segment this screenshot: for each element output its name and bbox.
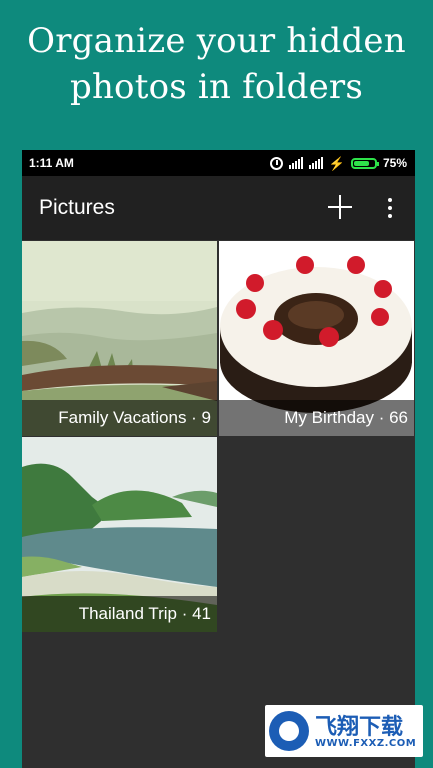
plus-icon-stroke: [339, 195, 341, 219]
battery-icon: [350, 157, 379, 169]
status-time: 1:11 AM: [29, 156, 74, 170]
app-bar: Pictures: [22, 176, 415, 240]
watermark-logo: [269, 711, 309, 751]
folder-tile-family-vacations[interactable]: Family Vacations · 9: [22, 241, 217, 436]
battery-fill: [353, 160, 369, 166]
signal-icon-2: [308, 157, 323, 169]
headline-line-2: photos in folders: [69, 67, 363, 107]
charging-icon: ⚡: [328, 155, 345, 171]
status-bar: 1:11 AM ⚡ 75%: [22, 150, 415, 176]
watermark-site-name: 飞翔下载: [315, 715, 404, 740]
more-vert-icon-dot: [388, 206, 392, 210]
phone-screen: 1:11 AM ⚡ 75% Pictures Family Vacations …: [22, 150, 415, 768]
battery-percent: 75%: [382, 156, 407, 170]
folder-label: Family Vacations · 9: [22, 400, 217, 436]
folder-label: Thailand Trip · 41: [22, 596, 217, 632]
page-title: Pictures: [39, 196, 115, 219]
more-options-button[interactable]: [378, 192, 402, 224]
folder-label: My Birthday · 66: [219, 400, 414, 436]
add-folder-button[interactable]: [320, 190, 360, 226]
folder-tile-thailand-trip[interactable]: Thailand Trip · 41: [22, 437, 217, 632]
promo-headline: Organize your hidden photos in folders: [0, 18, 433, 110]
watermark-url: WWW.FXXZ.COM: [315, 738, 417, 749]
signal-icon: [288, 157, 303, 169]
headline-line-1: Organize your hidden: [27, 21, 406, 61]
alarm-icon: [269, 156, 283, 170]
more-vert-icon-dot-2: [388, 214, 392, 218]
more-vert-icon: [388, 198, 392, 202]
status-icons: ⚡ 75%: [269, 154, 407, 172]
folder-tile-my-birthday[interactable]: My Birthday · 66: [219, 241, 414, 436]
site-watermark: 飞翔下载 WWW.FXXZ.COM: [265, 705, 423, 757]
